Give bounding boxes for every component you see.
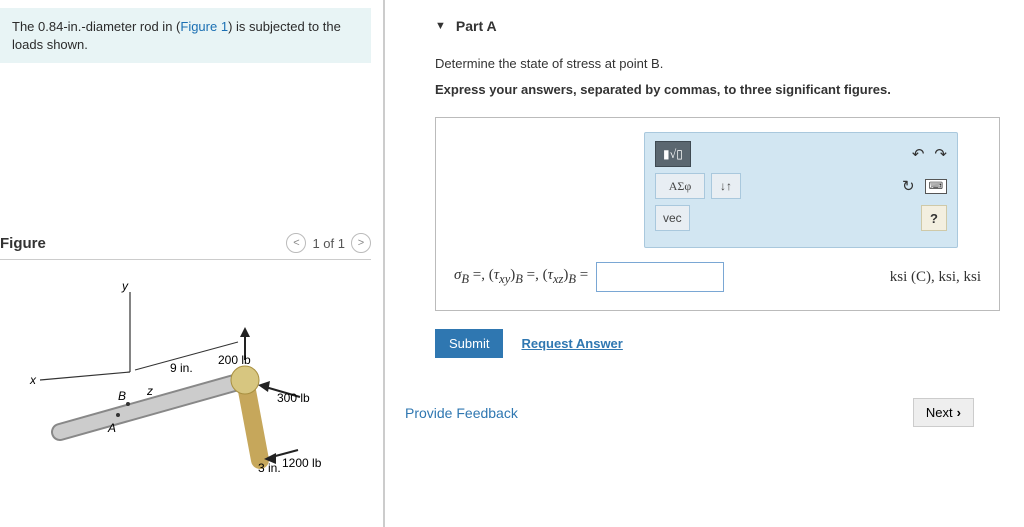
undo-icon[interactable]: ↶ [912,145,925,163]
point-B-label: B [118,389,126,403]
part-collapse-icon[interactable]: ▼ [435,20,446,32]
redo-icon[interactable]: ↷ [934,145,947,163]
problem-statement: The 0.84-in.-diameter rod in (Figure 1) … [0,8,371,63]
formula-toolbar: ▮√▯ ↶ ↷ ΑΣφ ↓↑ ↻ ⌨ vec [644,132,958,248]
subscript-button[interactable]: ↓↑ [711,173,741,199]
force-200: 200 lb [218,353,251,367]
axis-y-label: y [121,279,129,293]
answer-input[interactable] [596,262,724,292]
provide-feedback-link[interactable]: Provide Feedback [405,405,518,421]
axis-x-label: x [29,373,37,387]
point-A-label: A [107,421,116,435]
problem-text-pre: The [12,19,38,34]
answer-box: ▮√▯ ↶ ↷ ΑΣφ ↓↑ ↻ ⌨ vec [435,117,1000,311]
problem-text-mid: -diameter rod in ( [81,19,180,34]
right-panel: ▼ Part A Determine the state of stress a… [385,0,1024,527]
axis-z-label: z [146,384,153,398]
reset-icon[interactable]: ↻ [902,177,915,195]
help-button[interactable]: ? [921,205,947,231]
figure-heading: Figure [0,235,46,252]
problem-diameter: 0.84-in. [38,19,81,34]
part-instruction: Determine the state of stress at point B… [435,54,1004,74]
figure-nav: < 1 of 1 > [286,233,371,253]
figure-svg: y x z A B 9 in. [0,272,360,512]
figure-section: Figure < 1 of 1 > y x z [0,233,371,515]
answer-lhs: σB =, (τxy)B =, (τxz)B = [454,267,588,287]
dim-9in: 9 in. [170,361,193,375]
button-row: Submit Request Answer [435,329,1004,358]
keyboard-icon[interactable]: ⌨ [925,179,947,194]
submit-button[interactable]: Submit [435,329,503,358]
figure-next-button[interactable]: > [351,233,371,253]
dim-3in: 3 in. [258,461,281,475]
part-header: ▼ Part A [435,18,1004,34]
force-1200: 1200 lb [282,456,322,470]
left-panel: The 0.84-in.-diameter rod in (Figure 1) … [0,0,385,527]
template-button[interactable]: ▮√▯ [655,141,691,167]
figure-link[interactable]: Figure 1 [180,19,228,34]
chevron-right-icon: › [957,405,961,420]
answer-units: ksi (C), ksi, ksi [890,269,981,286]
figure-header: Figure < 1 of 1 > [0,233,371,260]
figure-prev-button[interactable]: < [286,233,306,253]
force-300: 300 lb [277,391,310,405]
request-answer-link[interactable]: Request Answer [521,336,622,351]
next-button-label: Next [926,405,953,420]
next-button[interactable]: Next › [913,398,974,427]
answer-line: σB =, (τxy)B =, (τxz)B = ksi (C), ksi, k… [454,262,981,292]
figure-canvas: y x z A B 9 in. [0,272,371,515]
part-subinstruction: Express your answers, separated by comma… [435,80,1004,100]
part-title: Part A [456,18,497,34]
greek-button[interactable]: ΑΣφ [655,173,705,199]
vector-button[interactable]: vec [655,205,690,231]
footer-row: Provide Feedback Next › [405,398,974,427]
figure-counter: 1 of 1 [312,236,345,251]
